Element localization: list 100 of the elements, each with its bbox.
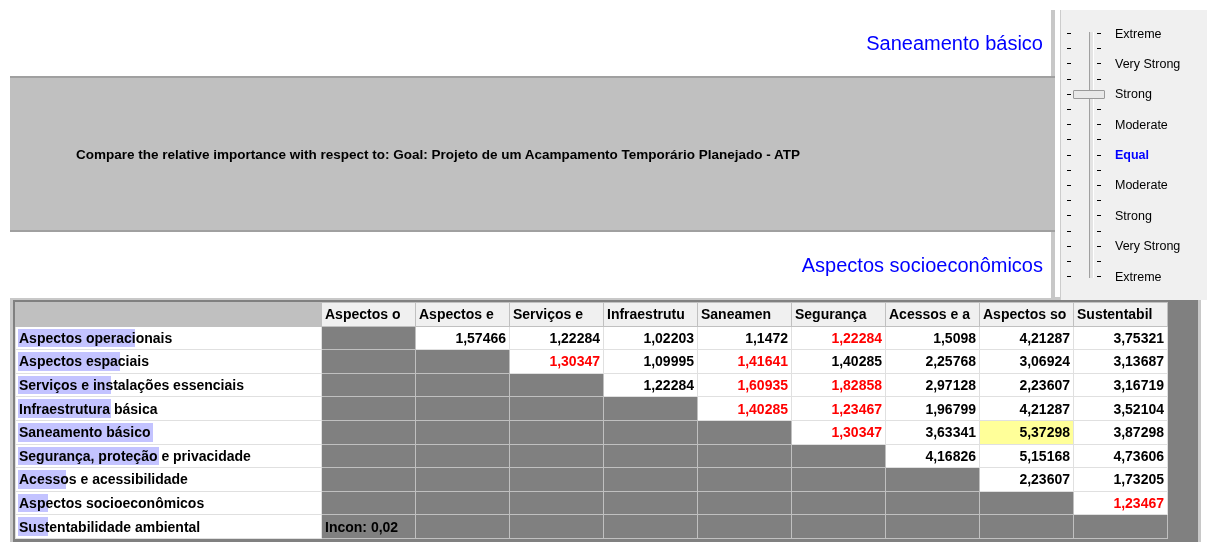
scale-label: Very Strong (1115, 239, 1181, 254)
tick-mark (1097, 215, 1101, 217)
table-cell[interactable]: 1,1472 (697, 326, 792, 350)
table-cell[interactable]: 2,25768 (885, 349, 980, 374)
column-header[interactable]: Serviços e (509, 302, 604, 327)
tick-mark (1097, 48, 1101, 50)
row-label: Aspectos operacionais (19, 329, 173, 346)
tick-mark (1067, 78, 1071, 80)
table-cell[interactable]: 4,73606 (1073, 444, 1168, 468)
tick-mark (1067, 230, 1071, 232)
tick-mark (1067, 109, 1071, 111)
tick-mark (1097, 260, 1101, 262)
table-cell[interactable]: 5,37298 (979, 420, 1074, 445)
table-cell[interactable]: 5,15168 (979, 444, 1074, 468)
table-cell[interactable]: 1,57466 (415, 326, 510, 350)
table-cell[interactable]: 3,75321 (1073, 326, 1168, 350)
table-cell[interactable]: 3,87298 (1073, 420, 1168, 445)
table-cell[interactable]: 1,73205 (1073, 467, 1168, 492)
column-header[interactable]: Infraestrutu (603, 302, 698, 327)
table-cell[interactable]: 1,40285 (791, 349, 886, 374)
table-cell[interactable]: 1,22284 (603, 373, 698, 397)
table-cell[interactable]: 3,16719 (1073, 373, 1168, 397)
scale-label: Extreme (1115, 26, 1163, 41)
table-cell[interactable]: 2,97128 (885, 373, 980, 397)
row-label: Infraestrutura básica (19, 400, 158, 417)
table-cell[interactable]: 3,52104 (1073, 396, 1168, 421)
tick-mark (1097, 78, 1101, 80)
tick-mark (1097, 276, 1101, 278)
scale-label: Extreme (1115, 269, 1163, 284)
row-label: Serviços e instalações essenciais (19, 377, 244, 394)
table-cell[interactable]: 1,09995 (603, 349, 698, 374)
row-label: Segurança, proteção e privacidade (19, 447, 251, 464)
table-cell[interactable]: 1,82858 (791, 373, 886, 397)
table-cell[interactable]: 1,23467 (1073, 491, 1168, 515)
column-header[interactable]: Aspectos so (979, 302, 1074, 327)
tick-mark (1097, 63, 1101, 65)
tick-mark (1097, 169, 1101, 171)
column-header[interactable]: Saneamen (697, 302, 792, 327)
tick-mark (1067, 63, 1071, 65)
row-label: Saneamento básico (19, 424, 151, 441)
scale-label: Moderate (1115, 117, 1169, 132)
tick-mark (1097, 245, 1101, 247)
table-cell[interactable]: 1,40285 (697, 396, 792, 421)
table-cell[interactable]: 2,23607 (979, 467, 1074, 492)
table-cell[interactable]: 2,23607 (979, 373, 1074, 397)
table-cell[interactable]: 3,06924 (979, 349, 1074, 374)
table-cell[interactable]: 1,22284 (509, 326, 604, 350)
item-label: Saneamento básico (866, 31, 1043, 55)
tick-mark (1097, 33, 1101, 35)
table-cell[interactable]: 1,96799 (885, 396, 980, 421)
tick-mark (1097, 139, 1101, 141)
question-text: Compare the relative importance with respect to: Goal: Projeto de um Acampamento Temporário Planejado - ATP (76, 146, 800, 162)
scale-label: Strong (1115, 87, 1153, 102)
tick-mark (1097, 154, 1101, 156)
table-cell[interactable]: 1,30347 (791, 420, 886, 445)
tick-mark (1067, 33, 1071, 35)
row-label: Sustentabilidade ambiental (19, 518, 201, 535)
table-cell[interactable]: 3,13687 (1073, 349, 1168, 374)
tick-mark (1067, 93, 1071, 95)
scale-label: Strong (1115, 208, 1153, 223)
table-cell[interactable]: 3,63341 (885, 420, 980, 445)
tick-mark (1067, 215, 1071, 217)
scale-label: Very Strong (1115, 56, 1181, 71)
column-header[interactable]: Segurança (791, 302, 886, 327)
tick-mark (1067, 276, 1071, 278)
column-header[interactable]: Acessos e a (885, 302, 980, 327)
row-label: Aspectos socioeconômicos (19, 495, 205, 512)
row-label: Aspectos espaciais (19, 353, 149, 370)
tick-mark (1097, 200, 1101, 202)
tick-mark (1067, 245, 1071, 247)
scale-label: Moderate (1115, 178, 1169, 193)
table-cell[interactable]: 4,21287 (979, 396, 1074, 421)
table-cell[interactable]: 1,30347 (509, 349, 604, 374)
table-cell[interactable]: 4,21287 (979, 326, 1074, 350)
table-cell[interactable]: 4,16826 (885, 444, 980, 468)
tick-mark (1067, 124, 1071, 126)
tick-mark (1067, 200, 1071, 202)
tick-mark (1067, 139, 1071, 141)
scale-label: Equal (1115, 148, 1151, 163)
column-header[interactable]: Sustentabil (1073, 302, 1168, 327)
tick-mark (1067, 169, 1071, 171)
column-header[interactable]: Aspectos o (321, 302, 416, 327)
tick-mark (1067, 48, 1071, 50)
column-header[interactable]: Aspectos e (415, 302, 510, 327)
tick-mark (1067, 260, 1071, 262)
table-cell[interactable]: 1,5098 (885, 326, 980, 350)
tick-mark (1097, 184, 1101, 186)
table-cell[interactable]: 1,60935 (697, 373, 792, 397)
tick-mark (1097, 109, 1101, 111)
table-cell[interactable]: 1,23467 (791, 396, 886, 421)
table-cell[interactable]: 1,22284 (791, 326, 886, 350)
tick-mark (1097, 230, 1101, 232)
table-cell[interactable]: 1,02203 (603, 326, 698, 350)
row-label: Acessos e acessibilidade (19, 471, 188, 488)
tick-mark (1097, 124, 1101, 126)
table-cell[interactable]: 1,41641 (697, 349, 792, 374)
inconsistency-cell: Incon: 0,02 (321, 514, 416, 539)
slider-thumb[interactable] (1073, 89, 1105, 99)
tick-mark (1067, 154, 1071, 156)
item-label: Aspectos socioeconômicos (801, 253, 1043, 277)
